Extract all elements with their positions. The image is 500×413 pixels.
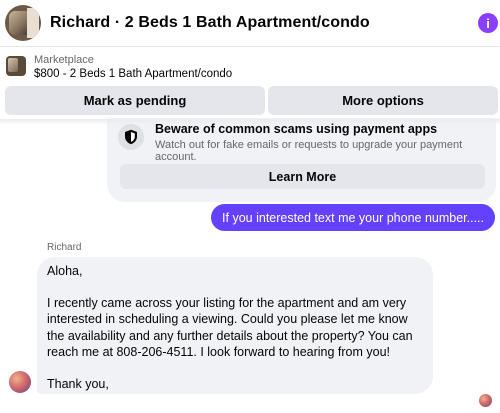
header-divider xyxy=(0,46,500,47)
message-closing: Thank you, xyxy=(47,376,109,391)
conversation-header: Richard · 2 Beds 1 Bath Apartment/condo xyxy=(0,0,500,46)
shield-icon xyxy=(118,124,144,150)
info-icon[interactable]: i xyxy=(478,13,498,33)
outgoing-message[interactable]: If you interested text me your phone num… xyxy=(211,204,495,231)
marketplace-label: Marketplace xyxy=(34,54,94,66)
scam-warning-title: Beware of common scams using payment app… xyxy=(155,122,438,136)
listing-title[interactable]: $800 - 2 Beds 1 Bath Apartment/condo xyxy=(34,68,232,80)
message-body: I recently came across your listing for … xyxy=(47,295,413,360)
listing-thumbnail[interactable] xyxy=(6,56,26,76)
learn-more-button[interactable]: Learn More xyxy=(120,164,485,189)
contact-avatar[interactable] xyxy=(5,5,41,41)
sender-avatar[interactable] xyxy=(9,371,31,393)
more-options-button[interactable]: More options xyxy=(268,86,498,115)
read-receipt-avatar xyxy=(479,394,492,407)
conversation-title[interactable]: Richard · 2 Beds 1 Bath Apartment/condo xyxy=(50,14,370,32)
sender-name: Richard xyxy=(47,242,82,253)
scam-warning-subtitle: Watch out for fake emails or requests to… xyxy=(155,139,463,163)
message-greeting: Aloha, xyxy=(47,264,83,278)
incoming-message[interactable]: Aloha, I recently came across your listi… xyxy=(37,257,433,394)
mark-as-pending-button[interactable]: Mark as pending xyxy=(5,86,265,115)
